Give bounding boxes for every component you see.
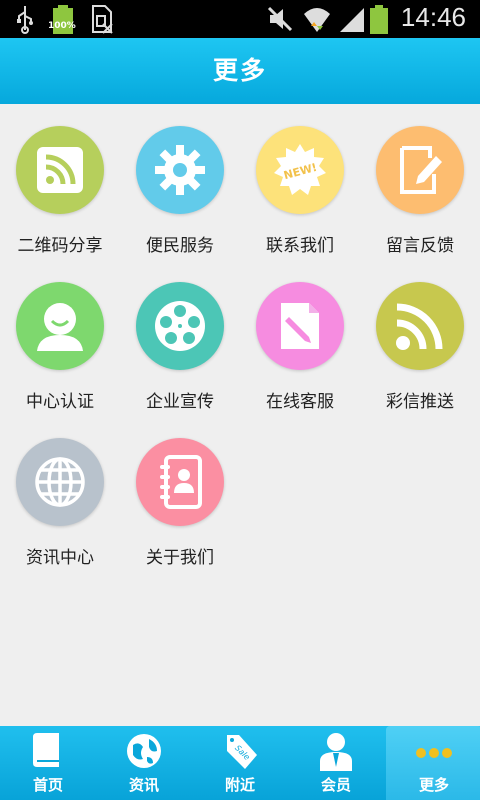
mute-icon: [267, 6, 293, 32]
grid-item-label: 资讯中心: [26, 548, 94, 568]
page-header: 更多: [0, 38, 480, 104]
feedback-circle: [376, 126, 464, 214]
battery-percent: 100%: [48, 21, 76, 31]
film-reel-icon: [155, 301, 205, 351]
document-pen-icon: [281, 303, 319, 349]
certification-circle: [16, 282, 104, 370]
tab-home[interactable]: 首页: [0, 726, 96, 800]
online-service-circle: [256, 282, 344, 370]
grid-item-contact[interactable]: NEW! 联系我们: [240, 104, 360, 260]
grid-item-qr-share[interactable]: 二维码分享: [0, 104, 120, 260]
grid-item-certification[interactable]: 中心认证: [0, 260, 120, 416]
edit-note-icon: [400, 146, 442, 194]
rss-square-icon: [37, 147, 83, 193]
mms-push-circle: [376, 282, 464, 370]
grid-item-label: 中心认证: [26, 392, 94, 412]
sale-tag-icon: Sale: [227, 735, 257, 769]
battery-icon: [370, 5, 388, 34]
grid-item-services[interactable]: 便民服务: [120, 104, 240, 260]
services-circle: [136, 126, 224, 214]
wifi-icon: [304, 8, 330, 32]
new-badge-icon: NEW!: [274, 144, 326, 195]
qr-share-circle: [16, 126, 104, 214]
grid-item-label: 关于我们: [146, 548, 214, 568]
contact-book-icon: [160, 455, 202, 509]
contact-circle: NEW!: [256, 126, 344, 214]
grid-item-label: 彩信推送: [386, 392, 454, 412]
tab-label: 会员: [320, 776, 351, 794]
tab-label: 更多: [418, 776, 449, 794]
grid-item-label: 便民服务: [146, 236, 214, 256]
tab-label: 附近: [224, 776, 255, 794]
page-title: 更多: [212, 56, 267, 85]
grid-item-label: 留言反馈: [386, 236, 454, 256]
grid-item-mms-push[interactable]: 彩信推送: [360, 260, 480, 416]
grid-item-about-us[interactable]: 关于我们: [120, 416, 240, 572]
user-icon: [37, 303, 83, 351]
gear-icon: [155, 145, 205, 195]
grid-item-promotion[interactable]: 企业宣传: [120, 260, 240, 416]
about-us-circle: [136, 438, 224, 526]
tab-more[interactable]: 更多: [386, 726, 480, 800]
globe-icon: [127, 734, 161, 768]
grid-item-label: 企业宣传: [146, 392, 214, 412]
grid-item-label: 在线客服: [266, 392, 334, 412]
member-icon: [320, 733, 352, 771]
grid-item-online-service[interactable]: 在线客服: [240, 260, 360, 416]
news-center-circle: [16, 438, 104, 526]
rss-icon: [396, 303, 443, 350]
tab-member[interactable]: 会员: [288, 726, 384, 800]
sim-icon: [92, 5, 113, 34]
more-dots-icon: [416, 748, 452, 758]
status-bar: 100% 14:46: [0, 0, 480, 38]
grid-item-feedback[interactable]: 留言反馈: [360, 104, 480, 260]
tab-label: 资讯: [128, 776, 159, 794]
bottom-tab-bar: 首页 资讯 Sale 附近 会员 更多: [0, 726, 480, 800]
usb-icon: [17, 6, 33, 34]
battery-full-icon: [53, 5, 73, 34]
tab-news[interactable]: 资讯: [96, 726, 192, 800]
signal-icon: [340, 8, 364, 32]
tab-label: 首页: [32, 776, 63, 794]
globe-icon: [35, 457, 85, 507]
book-icon: [33, 733, 59, 767]
tab-nearby[interactable]: Sale 附近: [192, 726, 288, 800]
grid-item-label: 二维码分享: [17, 236, 103, 256]
grid-item-news-center[interactable]: 资讯中心: [0, 416, 120, 572]
grid-item-label: 联系我们: [266, 236, 334, 256]
clock: 14:46: [400, 2, 466, 32]
promotion-circle: [136, 282, 224, 370]
